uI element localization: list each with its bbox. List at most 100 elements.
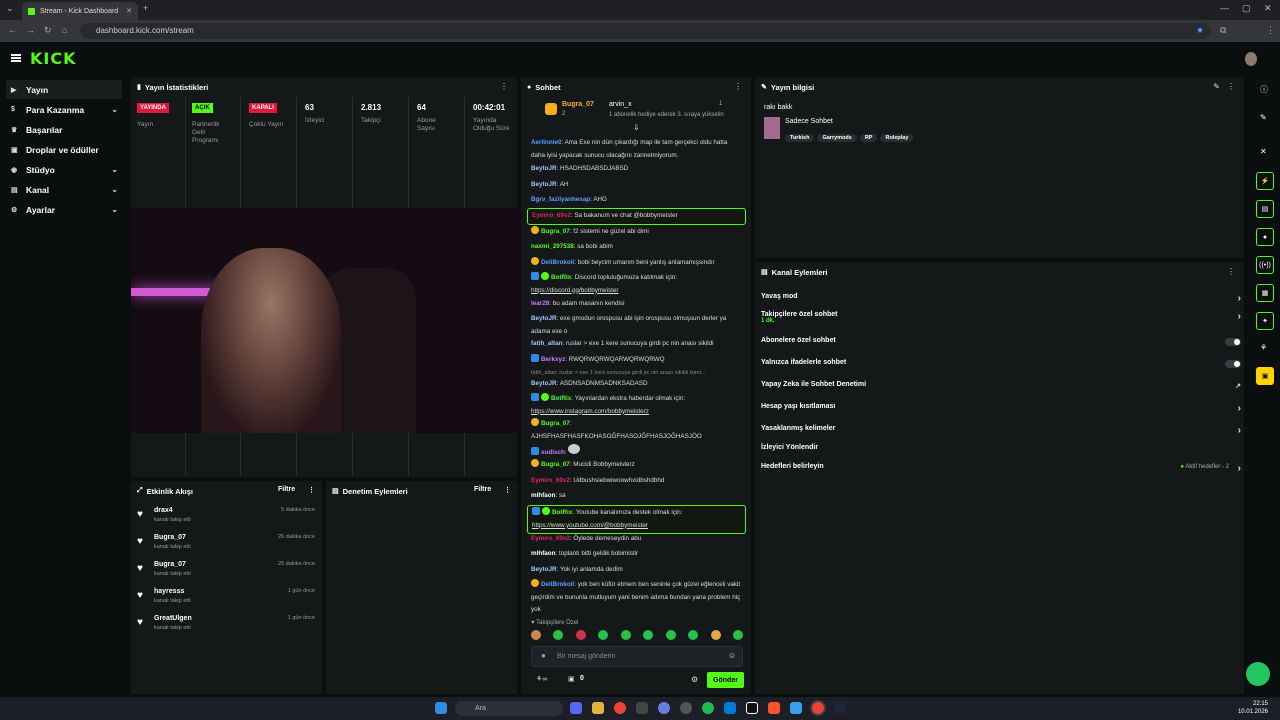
chat-username[interactable]: BeytoJR: [531, 566, 557, 573]
chat-username[interactable]: Bugra_07: [541, 228, 570, 235]
microphone-icon[interactable]: ●: [541, 651, 546, 660]
channel-points-icon[interactable]: ⚘∞: [536, 675, 547, 683]
sidebar-item-droplar[interactable]: ▣ Droplar ve ödüller: [6, 140, 122, 159]
hamburger-menu-icon[interactable]: [11, 54, 21, 62]
spotify-icon[interactable]: [702, 702, 714, 714]
app-icon[interactable]: [658, 702, 670, 714]
url-field[interactable]: dashboard.kick.com/stream: [80, 23, 1210, 39]
steam-icon[interactable]: [636, 702, 648, 714]
chat-username[interactable]: naxmi_297538: [531, 243, 574, 250]
sidebar-item-ayarlar[interactable]: ⚙ Ayarlar ⌄: [6, 200, 122, 219]
stream-category[interactable]: Sadece Sohbet: [785, 118, 833, 125]
chrome-active-icon[interactable]: [812, 702, 824, 714]
subscribers-only-toggle[interactable]: [1225, 338, 1241, 346]
activity-filter-button[interactable]: Filtre: [278, 486, 295, 493]
clip-widget-button[interactable]: ▣: [1256, 367, 1274, 385]
activity-user[interactable]: Bugra_07: [154, 561, 186, 568]
notion-icon[interactable]: [746, 702, 758, 714]
tag[interactable]: RP: [859, 134, 878, 142]
set-goals-row[interactable]: Hedefleri belirleyin ● Aktif hedefler - 2…: [761, 463, 1243, 479]
emote-icon[interactable]: [620, 630, 631, 640]
browser-menu-icon[interactable]: ⋮: [1266, 25, 1275, 36]
back-icon[interactable]: ←: [8, 25, 17, 35]
kebab-menu-icon[interactable]: ⋮: [500, 82, 508, 91]
bookmark-star-icon[interactable]: ★: [1196, 25, 1204, 36]
chat-settings-gear-icon[interactable]: ⚙: [691, 675, 698, 684]
chat-username[interactable]: Bgrv_faziiyanhesap: [531, 196, 590, 203]
kebab-menu-icon[interactable]: ⋮: [504, 486, 511, 494]
chat-username[interactable]: BotRix: [551, 274, 571, 281]
tag[interactable]: Roleplay: [880, 134, 914, 142]
chat-username[interactable]: mlhfaon: [531, 492, 556, 499]
activity-user[interactable]: hayresss: [154, 588, 184, 595]
kebab-menu-icon[interactable]: ⋮: [1227, 82, 1235, 91]
emote-icon[interactable]: [732, 630, 743, 640]
chat-link[interactable]: https://www.youtube.com/@bobbymeister: [532, 522, 648, 529]
emote-icon[interactable]: [688, 630, 699, 640]
minimize-icon[interactable]: —: [1220, 3, 1229, 13]
activity-user[interactable]: drax4: [154, 507, 173, 514]
emote-icon[interactable]: [643, 630, 654, 640]
tools-widget-button[interactable]: ✦: [1256, 312, 1274, 330]
followers-only-chat-row[interactable]: Takipçilere özel sohbet 1 dk. ›: [761, 311, 1243, 331]
moderation-filter-button[interactable]: Filtre: [474, 486, 491, 493]
host-viewers-row[interactable]: İzleyici Yönlendir: [761, 444, 1243, 460]
chat-username[interactable]: BeytoJR: [531, 165, 557, 172]
kebab-menu-icon[interactable]: ⋮: [1227, 267, 1235, 276]
slow-mode-row[interactable]: Yavaş mod ›: [761, 293, 1243, 309]
kebab-menu-icon[interactable]: ⋮: [734, 82, 742, 91]
brave-icon[interactable]: [768, 702, 780, 714]
chat-username[interactable]: sudisch: [541, 449, 565, 456]
discord-icon[interactable]: [570, 702, 582, 714]
emote-icon[interactable]: [665, 630, 676, 640]
file-explorer-icon[interactable]: [592, 702, 604, 714]
broadcast-widget-button[interactable]: ((•)): [1256, 256, 1274, 274]
chat-username[interactable]: BeytoJR: [531, 181, 557, 188]
chat-message-input[interactable]: ● Bir mesaj gönderin ☺: [531, 646, 743, 667]
chat-username[interactable]: BeytoJR: [531, 380, 557, 387]
extensions-icon[interactable]: ⧉: [1220, 25, 1226, 36]
tag[interactable]: Garrymods: [817, 134, 857, 142]
tab-list-icon[interactable]: ⌄: [6, 3, 14, 14]
taskbar-search[interactable]: Ara: [455, 701, 563, 716]
send-button[interactable]: Gönder: [707, 672, 744, 688]
chrome-icon[interactable]: [614, 702, 626, 714]
sidebar-item-kanal[interactable]: ▤ Kanal ⌄: [6, 180, 122, 199]
chat-username[interactable]: Berkxyz: [541, 356, 565, 363]
user-avatar[interactable]: [1245, 52, 1257, 66]
github-icon[interactable]: [680, 702, 692, 714]
chat-username[interactable]: fatih_altan: [531, 340, 563, 347]
close-tab-icon[interactable]: ✕: [126, 7, 132, 15]
account-age-row[interactable]: Hesap yaşı kısıtlaması ›: [761, 403, 1243, 419]
reload-icon[interactable]: ↻: [44, 25, 52, 36]
notes-widget-button[interactable]: ▤: [1256, 200, 1274, 218]
chat-username[interactable]: Bugra_07: [541, 461, 570, 468]
info-icon[interactable]: ⓘ: [1260, 84, 1268, 95]
browser-tab[interactable]: Stream - Kick Dashboard ✕: [22, 2, 138, 20]
chat-widget-button[interactable]: ●: [1256, 228, 1274, 246]
activity-user[interactable]: GreatUlgen: [154, 615, 192, 622]
kick-logo[interactable]: KICK: [30, 49, 77, 68]
chat-username[interactable]: Aerlinnie0: [531, 139, 561, 146]
tag[interactable]: Turkish: [785, 134, 815, 142]
scroll-down-icon[interactable]: ⇓: [633, 123, 640, 132]
lightning-widget-button[interactable]: ⚡: [1256, 172, 1274, 190]
new-tab-icon[interactable]: +: [143, 3, 148, 13]
ai-moderation-row[interactable]: Yapay Zeka ile Sohbet Denetimi ↗: [761, 381, 1243, 397]
chat-username[interactable]: DeliBrokoli: [541, 259, 574, 266]
sidebar-item-para-kazanma[interactable]: $ Para Kazanma ⌄: [6, 100, 122, 119]
chat-username[interactable]: BotRix: [551, 395, 571, 402]
emotes-only-toggle[interactable]: [1225, 360, 1241, 368]
windows-start-icon[interactable]: [435, 702, 447, 714]
kebab-menu-icon[interactable]: ⋮: [308, 486, 315, 494]
chat-username[interactable]: Bugra_07: [541, 420, 570, 427]
expand-icon[interactable]: ✕: [1260, 147, 1267, 156]
chat-link[interactable]: https://discord.gg/bobbymeister: [531, 287, 619, 294]
layout-widget-button[interactable]: ▦: [1256, 284, 1274, 302]
close-window-icon[interactable]: ✕: [1264, 3, 1272, 14]
gift-icon[interactable]: ▣: [568, 675, 575, 683]
emote-icon[interactable]: [531, 630, 541, 640]
chat-username[interactable]: Eymiro_69v2: [531, 477, 570, 484]
chat-username[interactable]: DeliBrokoli: [541, 581, 574, 588]
taskbar-clock[interactable]: 22:15 10.01.2026: [1238, 700, 1268, 716]
